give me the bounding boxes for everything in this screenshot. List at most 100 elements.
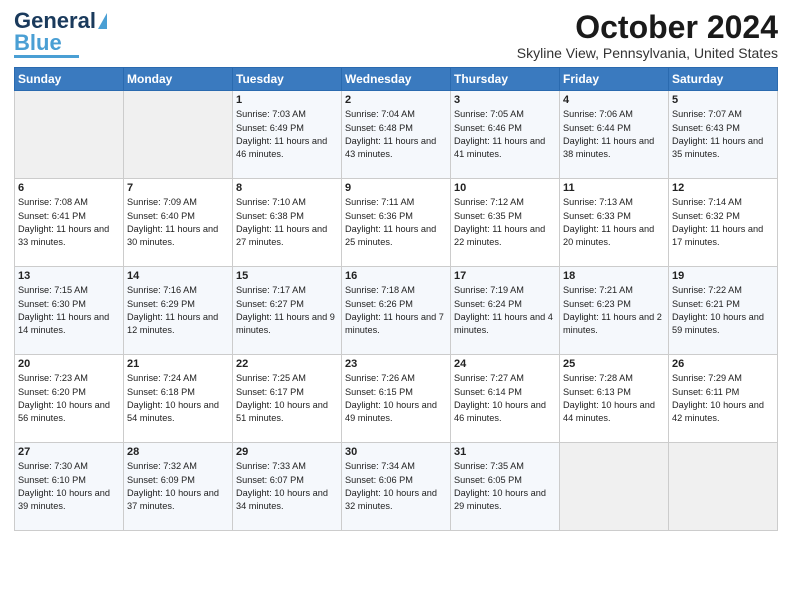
cell-info: Sunrise: 7:19 AMSunset: 6:24 PMDaylight:… <box>454 284 556 337</box>
calendar-week-3: 13 Sunrise: 7:15 AMSunset: 6:30 PMDayligh… <box>15 267 778 355</box>
day-number: 13 <box>18 270 120 282</box>
cell-info: Sunrise: 7:08 AMSunset: 6:41 PMDaylight:… <box>18 196 120 249</box>
cell-info: Sunrise: 7:16 AMSunset: 6:29 PMDaylight:… <box>127 284 229 337</box>
day-number: 8 <box>236 182 338 194</box>
day-number: 9 <box>345 182 447 194</box>
logo-blue: Blue <box>14 32 62 54</box>
cell-info: Sunrise: 7:06 AMSunset: 6:44 PMDaylight:… <box>563 108 665 161</box>
day-number: 3 <box>454 94 556 106</box>
day-number: 12 <box>672 182 774 194</box>
cell-info: Sunrise: 7:23 AMSunset: 6:20 PMDaylight:… <box>18 372 120 425</box>
day-number: 20 <box>18 358 120 370</box>
day-number: 31 <box>454 446 556 458</box>
cell-info: Sunrise: 7:17 AMSunset: 6:27 PMDaylight:… <box>236 284 338 337</box>
day-number: 30 <box>345 446 447 458</box>
weekday-header-row: SundayMondayTuesdayWednesdayThursdayFrid… <box>15 68 778 91</box>
day-number: 29 <box>236 446 338 458</box>
calendar-cell: 17 Sunrise: 7:19 AMSunset: 6:24 PMDayligh… <box>451 267 560 355</box>
calendar-cell: 21Sunrise: 7:24 AMSunset: 6:18 PMDayligh… <box>124 355 233 443</box>
calendar-cell: 14 Sunrise: 7:16 AMSunset: 6:29 PMDayligh… <box>124 267 233 355</box>
day-number: 22 <box>236 358 338 370</box>
day-number: 18 <box>563 270 665 282</box>
calendar-cell: 7 Sunrise: 7:09 AMSunset: 6:40 PMDaylight… <box>124 179 233 267</box>
cell-info: Sunrise: 7:10 AMSunset: 6:38 PMDaylight:… <box>236 196 338 249</box>
cell-info: Sunrise: 7:07 AMSunset: 6:43 PMDaylight:… <box>672 108 774 161</box>
day-number: 23 <box>345 358 447 370</box>
logo-text: General <box>14 10 96 32</box>
cell-info: Sunrise: 7:04 AMSunset: 6:48 PMDaylight:… <box>345 108 447 161</box>
day-number: 17 <box>454 270 556 282</box>
weekday-header-saturday: Saturday <box>669 68 778 91</box>
calendar-cell: 4 Sunrise: 7:06 AMSunset: 6:44 PMDaylight… <box>560 91 669 179</box>
cell-info: Sunrise: 7:33 AMSunset: 6:07 PMDaylight:… <box>236 460 338 513</box>
cell-info: Sunrise: 7:03 AMSunset: 6:49 PMDaylight:… <box>236 108 338 161</box>
calendar-cell: 6 Sunrise: 7:08 AMSunset: 6:41 PMDaylight… <box>15 179 124 267</box>
calendar-week-1: 1Sunrise: 7:03 AMSunset: 6:49 PMDaylight… <box>15 91 778 179</box>
calendar-cell: 28Sunrise: 7:32 AMSunset: 6:09 PMDayligh… <box>124 443 233 531</box>
day-number: 26 <box>672 358 774 370</box>
calendar-cell: 5 Sunrise: 7:07 AMSunset: 6:43 PMDaylight… <box>669 91 778 179</box>
calendar-cell <box>124 91 233 179</box>
day-number: 16 <box>345 270 447 282</box>
day-number: 7 <box>127 182 229 194</box>
day-number: 11 <box>563 182 665 194</box>
location-title: Skyline View, Pennsylvania, United State… <box>517 45 778 61</box>
day-number: 19 <box>672 270 774 282</box>
day-number: 5 <box>672 94 774 106</box>
cell-info: Sunrise: 7:13 AMSunset: 6:33 PMDaylight:… <box>563 196 665 249</box>
logo: General Blue <box>14 10 107 58</box>
weekday-header-friday: Friday <box>560 68 669 91</box>
day-number: 27 <box>18 446 120 458</box>
cell-info: Sunrise: 7:28 AMSunset: 6:13 PMDaylight:… <box>563 372 665 425</box>
weekday-header-wednesday: Wednesday <box>342 68 451 91</box>
cell-info: Sunrise: 7:25 AMSunset: 6:17 PMDaylight:… <box>236 372 338 425</box>
calendar-cell: 1Sunrise: 7:03 AMSunset: 6:49 PMDaylight… <box>233 91 342 179</box>
cell-info: Sunrise: 7:29 AMSunset: 6:11 PMDaylight:… <box>672 372 774 425</box>
calendar-cell: 18 Sunrise: 7:21 AMSunset: 6:23 PMDayligh… <box>560 267 669 355</box>
calendar-cell: 27Sunrise: 7:30 AMSunset: 6:10 PMDayligh… <box>15 443 124 531</box>
calendar-cell: 19Sunrise: 7:22 AMSunset: 6:21 PMDayligh… <box>669 267 778 355</box>
weekday-header-thursday: Thursday <box>451 68 560 91</box>
cell-info: Sunrise: 7:18 AMSunset: 6:26 PMDaylight:… <box>345 284 447 337</box>
cell-info: Sunrise: 7:09 AMSunset: 6:40 PMDaylight:… <box>127 196 229 249</box>
calendar-cell: 11 Sunrise: 7:13 AMSunset: 6:33 PMDayligh… <box>560 179 669 267</box>
calendar-cell: 10Sunrise: 7:12 AMSunset: 6:35 PMDayligh… <box>451 179 560 267</box>
day-number: 2 <box>345 94 447 106</box>
cell-info: Sunrise: 7:11 AMSunset: 6:36 PMDaylight:… <box>345 196 447 249</box>
cell-info: Sunrise: 7:15 AMSunset: 6:30 PMDaylight:… <box>18 284 120 337</box>
cell-info: Sunrise: 7:24 AMSunset: 6:18 PMDaylight:… <box>127 372 229 425</box>
day-number: 6 <box>18 182 120 194</box>
calendar-cell: 13 Sunrise: 7:15 AMSunset: 6:30 PMDayligh… <box>15 267 124 355</box>
calendar-cell: 24 Sunrise: 7:27 AMSunset: 6:14 PMDayligh… <box>451 355 560 443</box>
cell-info: Sunrise: 7:32 AMSunset: 6:09 PMDaylight:… <box>127 460 229 513</box>
calendar-cell: 22 Sunrise: 7:25 AMSunset: 6:17 PMDayligh… <box>233 355 342 443</box>
day-number: 25 <box>563 358 665 370</box>
cell-info: Sunrise: 7:05 AMSunset: 6:46 PMDaylight:… <box>454 108 556 161</box>
day-number: 10 <box>454 182 556 194</box>
day-number: 24 <box>454 358 556 370</box>
calendar-cell <box>15 91 124 179</box>
cell-info: Sunrise: 7:26 AMSunset: 6:15 PMDaylight:… <box>345 372 447 425</box>
day-number: 15 <box>236 270 338 282</box>
calendar-cell: 8 Sunrise: 7:10 AMSunset: 6:38 PMDaylight… <box>233 179 342 267</box>
calendar-week-4: 20 Sunrise: 7:23 AMSunset: 6:20 PMDayligh… <box>15 355 778 443</box>
cell-info: Sunrise: 7:35 AMSunset: 6:05 PMDaylight:… <box>454 460 556 513</box>
calendar-cell: 31 Sunrise: 7:35 AMSunset: 6:05 PMDayligh… <box>451 443 560 531</box>
day-number: 4 <box>563 94 665 106</box>
calendar-cell: 3 Sunrise: 7:05 AMSunset: 6:46 PMDaylight… <box>451 91 560 179</box>
header: General Blue October 2024 Skyline View, … <box>14 10 778 61</box>
calendar-cell: 30 Sunrise: 7:34 AMSunset: 6:06 PMDayligh… <box>342 443 451 531</box>
cell-info: Sunrise: 7:21 AMSunset: 6:23 PMDaylight:… <box>563 284 665 337</box>
calendar-cell: 15 Sunrise: 7:17 AMSunset: 6:27 PMDayligh… <box>233 267 342 355</box>
calendar-cell: 16 Sunrise: 7:18 AMSunset: 6:26 PMDayligh… <box>342 267 451 355</box>
calendar-cell: 23 Sunrise: 7:26 AMSunset: 6:15 PMDayligh… <box>342 355 451 443</box>
calendar-cell: 26 Sunrise: 7:29 AMSunset: 6:11 PMDayligh… <box>669 355 778 443</box>
cell-info: Sunrise: 7:27 AMSunset: 6:14 PMDaylight:… <box>454 372 556 425</box>
day-number: 14 <box>127 270 229 282</box>
calendar-cell: 29 Sunrise: 7:33 AMSunset: 6:07 PMDayligh… <box>233 443 342 531</box>
calendar-cell: 20 Sunrise: 7:23 AMSunset: 6:20 PMDayligh… <box>15 355 124 443</box>
calendar-cell: 2 Sunrise: 7:04 AMSunset: 6:48 PMDaylight… <box>342 91 451 179</box>
cell-info: Sunrise: 7:14 AMSunset: 6:32 PMDaylight:… <box>672 196 774 249</box>
cell-info: Sunrise: 7:34 AMSunset: 6:06 PMDaylight:… <box>345 460 447 513</box>
calendar-cell <box>560 443 669 531</box>
